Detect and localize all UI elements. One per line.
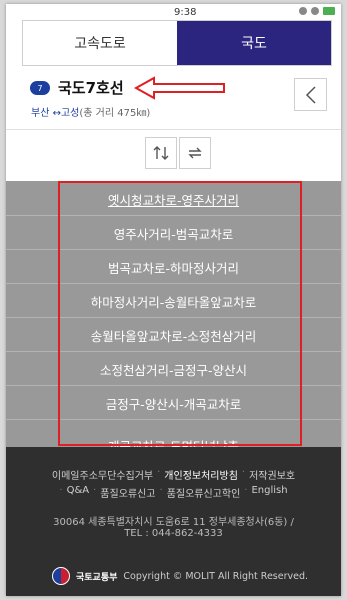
swap-vertical-icon [153, 146, 169, 160]
route-header: 7 국도7호선 부산 ↔고성(총 거리 475㎞) [6, 66, 341, 126]
list-item[interactable]: 송월타올앞교차로-소정천삼거리 [6, 319, 341, 352]
battery-icon [323, 7, 335, 15]
footer-link-qna[interactable]: Q&A [67, 485, 90, 500]
footer-link-error-report[interactable]: 품질오류신고 [100, 485, 155, 500]
wifi-icon [311, 7, 319, 15]
list-item[interactable]: 옛시청교차로-영주사거리 [6, 183, 341, 216]
footer: 이메일주소무단수집거부 · 개인정보처리방침 · 저작권보호 · Q&A · 품… [6, 447, 341, 596]
footer-copyright: 국토교통부 Copyright © MOLIT All Right Reserv… [52, 567, 308, 585]
ministry-logo-text: 국토교통부 [76, 572, 118, 583]
footer-separator: · [241, 467, 246, 478]
footer-links-row1: 이메일주소무단수집거부 · 개인정보처리방침 · 저작권보호 [6, 467, 341, 482]
footer-separator: · [159, 485, 163, 496]
status-icons [299, 7, 335, 15]
copyright-text: Copyright © MOLIT All Right Reserved. [123, 570, 309, 582]
route-start: 부산 [31, 108, 50, 119]
section-list: 옛시청교차로-영주사거리 영주사거리-범곡교차로 범곡교차로-하마정사거리 하마… [6, 181, 341, 447]
road-type-tabs: 고속도로 국도 [22, 20, 332, 66]
tab-highway[interactable]: 고속도로 [23, 21, 177, 65]
phone-screen: 9:38 고속도로 국도 7 국도7호선 부산 ↔고성(총 거리 475㎞) 옛… [6, 4, 341, 596]
footer-tel: TEL : 044-862-4333 [124, 528, 223, 539]
footer-link-english[interactable]: English [251, 485, 287, 500]
notification-icon [299, 7, 307, 15]
footer-address: 30064 세종특별자치시 도움6로 11 정부세종청사(6동) / [53, 517, 294, 528]
swap-direction-button[interactable] [145, 137, 177, 169]
footer-separator: · [59, 485, 63, 496]
footer-link-error-check[interactable]: 품질오류신고학인 [167, 485, 241, 500]
route-direction-icon: ↔ [52, 108, 61, 119]
list-item[interactable]: 범곡교차로-하마정사거리 [6, 251, 341, 284]
list-item[interactable]: 하마정사거리-송월타올앞교차로 [6, 285, 341, 318]
annotation-arrow-icon [134, 76, 225, 100]
footer-link-email-policy[interactable]: 이메일주소무단수집거부 [52, 467, 153, 482]
route-endpoints: 부산 ↔고성(총 거리 475㎞) [31, 104, 150, 119]
tab-national-road[interactable]: 국도 [177, 21, 331, 65]
ministry-logo-icon [52, 567, 70, 585]
refresh-button[interactable] [179, 137, 211, 169]
footer-link-privacy[interactable]: 개인정보처리방침 [164, 467, 238, 482]
route-end: 고성 [60, 108, 80, 119]
footer-separator: · [244, 485, 248, 496]
refresh-icon [188, 147, 202, 159]
header-divider [6, 129, 341, 130]
list-item[interactable]: 소정천삼거리-금정구-양산시 [6, 353, 341, 386]
route-number-badge: 7 [30, 81, 50, 95]
footer-links-row2: · Q&A · 품질오류신고 · 품질오류신고학인 · English [6, 485, 341, 500]
list-item[interactable]: 금정구-양산시-개곡교차로 [6, 387, 341, 420]
route-distance: (총 거리 475㎞) [79, 108, 151, 119]
footer-link-copyright[interactable]: 저작권보호 [249, 467, 295, 482]
footer-separator: · [157, 467, 161, 478]
route-title: 국도7호선 [58, 79, 124, 97]
status-time: 9:38 [174, 7, 197, 18]
chevron-left-icon [305, 85, 316, 104]
back-button[interactable] [294, 78, 327, 111]
footer-separator: · [93, 485, 97, 496]
list-item[interactable]: 영주사거리-범곡교차로 [6, 217, 341, 250]
list-item[interactable]: 개곡교차로-도면터널남측 [6, 429, 341, 448]
status-bar: 9:38 [6, 4, 341, 20]
